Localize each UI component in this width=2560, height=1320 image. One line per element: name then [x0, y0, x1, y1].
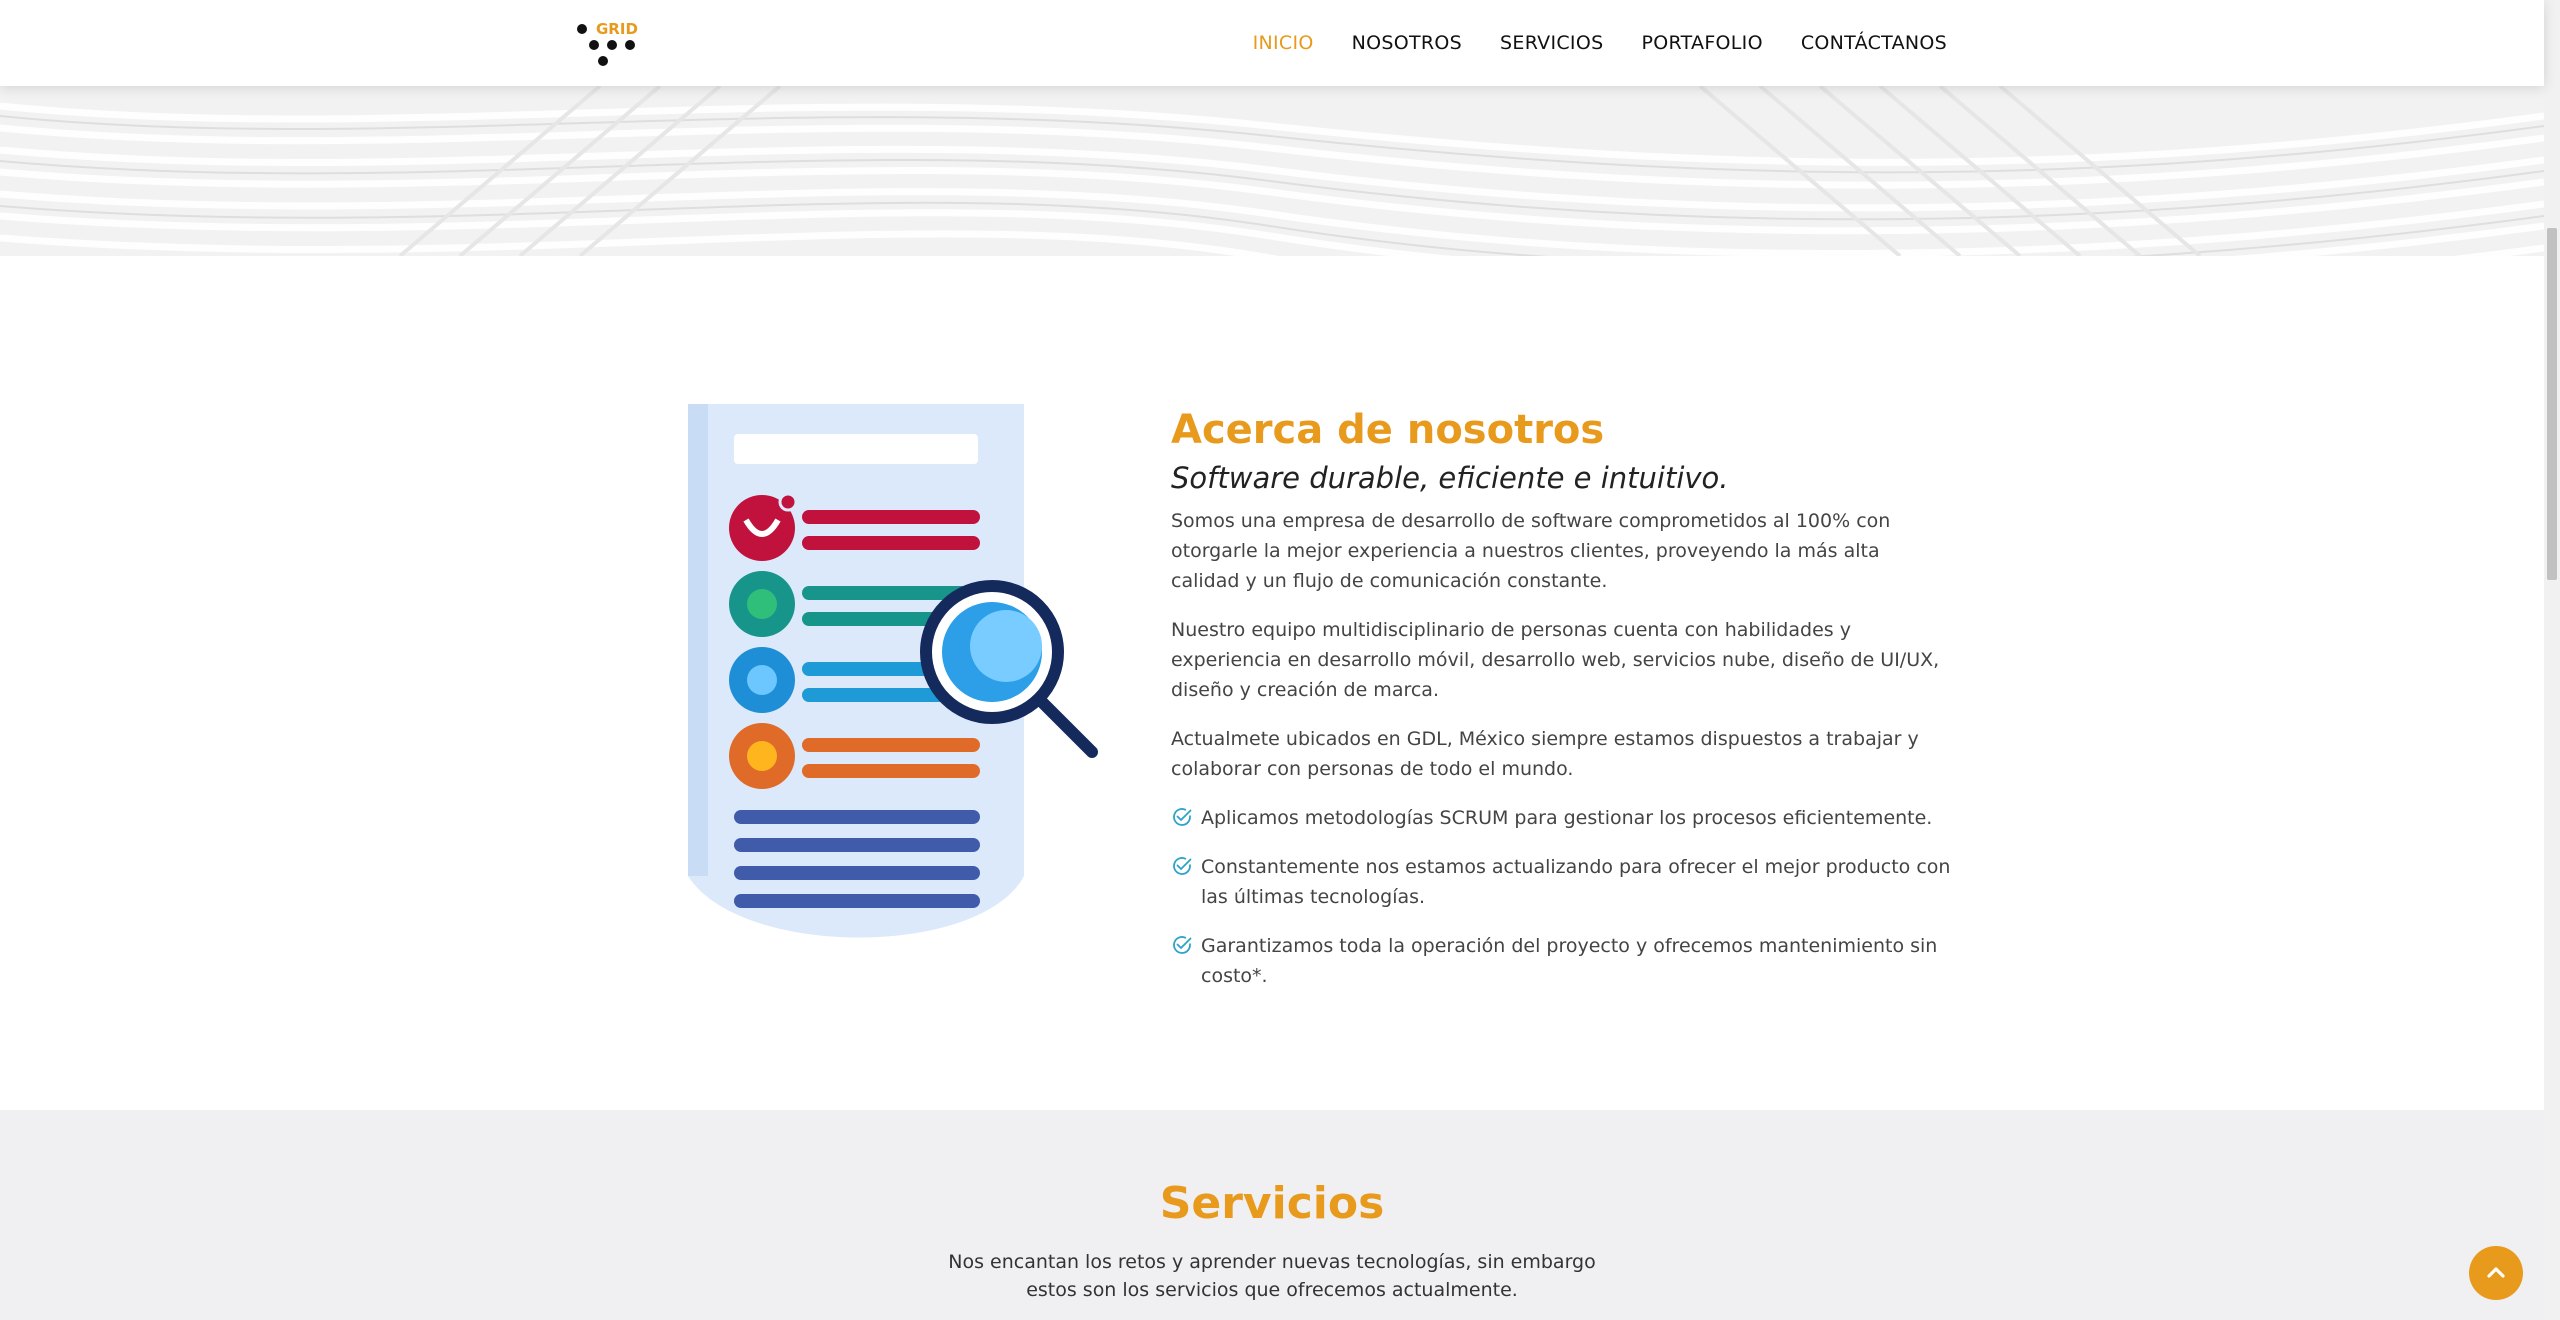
checklist-item: Aplicamos metodologías SCRUM para gestio…: [1171, 803, 1951, 833]
about-paragraph-3: Actualmete ubicados en GDL, México siemp…: [1171, 728, 1919, 780]
checklist-item-text: Garantizamos toda la operación del proye…: [1201, 935, 1938, 987]
site-header: GRID INICIO NOSOTROS SERVICIOS PORTAFOLI…: [0, 0, 2544, 86]
scrollbar-thumb[interactable]: [2547, 228, 2557, 580]
nav-item-contactanos[interactable]: CONTÁCTANOS: [1801, 32, 1947, 54]
checklist-item: Garantizamos toda la operación del proye…: [1171, 931, 1951, 991]
check-circle-icon: [1173, 936, 1192, 954]
hero-background: [0, 86, 2544, 256]
checklist-item: Constantemente nos estamos actualizando …: [1171, 852, 1951, 912]
check-circle-icon: [1173, 857, 1192, 875]
check-circle-icon: [1173, 808, 1192, 826]
chevron-up-icon: [2487, 1267, 2505, 1278]
services-description: Nos encantan los retos y aprender nuevas…: [948, 1251, 1596, 1301]
about-paragraph-2: Nuestro equipo multidisciplinario de per…: [1171, 619, 1940, 701]
about-checklist: Aplicamos metodologías SCRUM para gestio…: [1171, 803, 1951, 991]
services-title: Servicios: [1159, 1178, 1385, 1229]
page-scrollbar[interactable]: [2544, 0, 2560, 1320]
checklist-item-text: Aplicamos metodologías SCRUM para gestio…: [1201, 807, 1933, 829]
logo-text: GRID: [596, 20, 638, 38]
about-paragraph-1: Somos una empresa de desarrollo de softw…: [1171, 510, 1891, 592]
document-search-icon: [688, 404, 1098, 938]
document-search-illustration: [680, 398, 1100, 958]
back-to-top-button[interactable]: [2469, 1246, 2523, 1300]
main-nav: INICIO NOSOTROS SERVICIOS PORTAFOLIO CON…: [1253, 0, 1947, 86]
about-section: Acerca de nosotros Software durable, efi…: [0, 256, 2544, 1110]
nav-item-inicio[interactable]: INICIO: [1253, 32, 1314, 54]
about-content: Acerca de nosotros Software durable, efi…: [1171, 404, 1951, 1010]
nav-item-portafolio[interactable]: PORTAFOLIO: [1641, 32, 1762, 54]
grid-logo[interactable]: GRID: [574, 18, 644, 72]
wave-pattern-background: [0, 86, 2544, 256]
about-subtitle: Software durable, eficiente e intuitivo.: [1171, 461, 1729, 495]
about-title: Acerca de nosotros: [1171, 407, 1605, 453]
services-section: Servicios Nos encantan los retos y apren…: [0, 1110, 2544, 1320]
nav-item-servicios[interactable]: SERVICIOS: [1500, 32, 1603, 54]
grid-logo-icon: GRID: [577, 20, 638, 66]
nav-item-nosotros[interactable]: NOSOTROS: [1352, 32, 1462, 54]
checklist-item-text: Constantemente nos estamos actualizando …: [1201, 856, 1951, 908]
